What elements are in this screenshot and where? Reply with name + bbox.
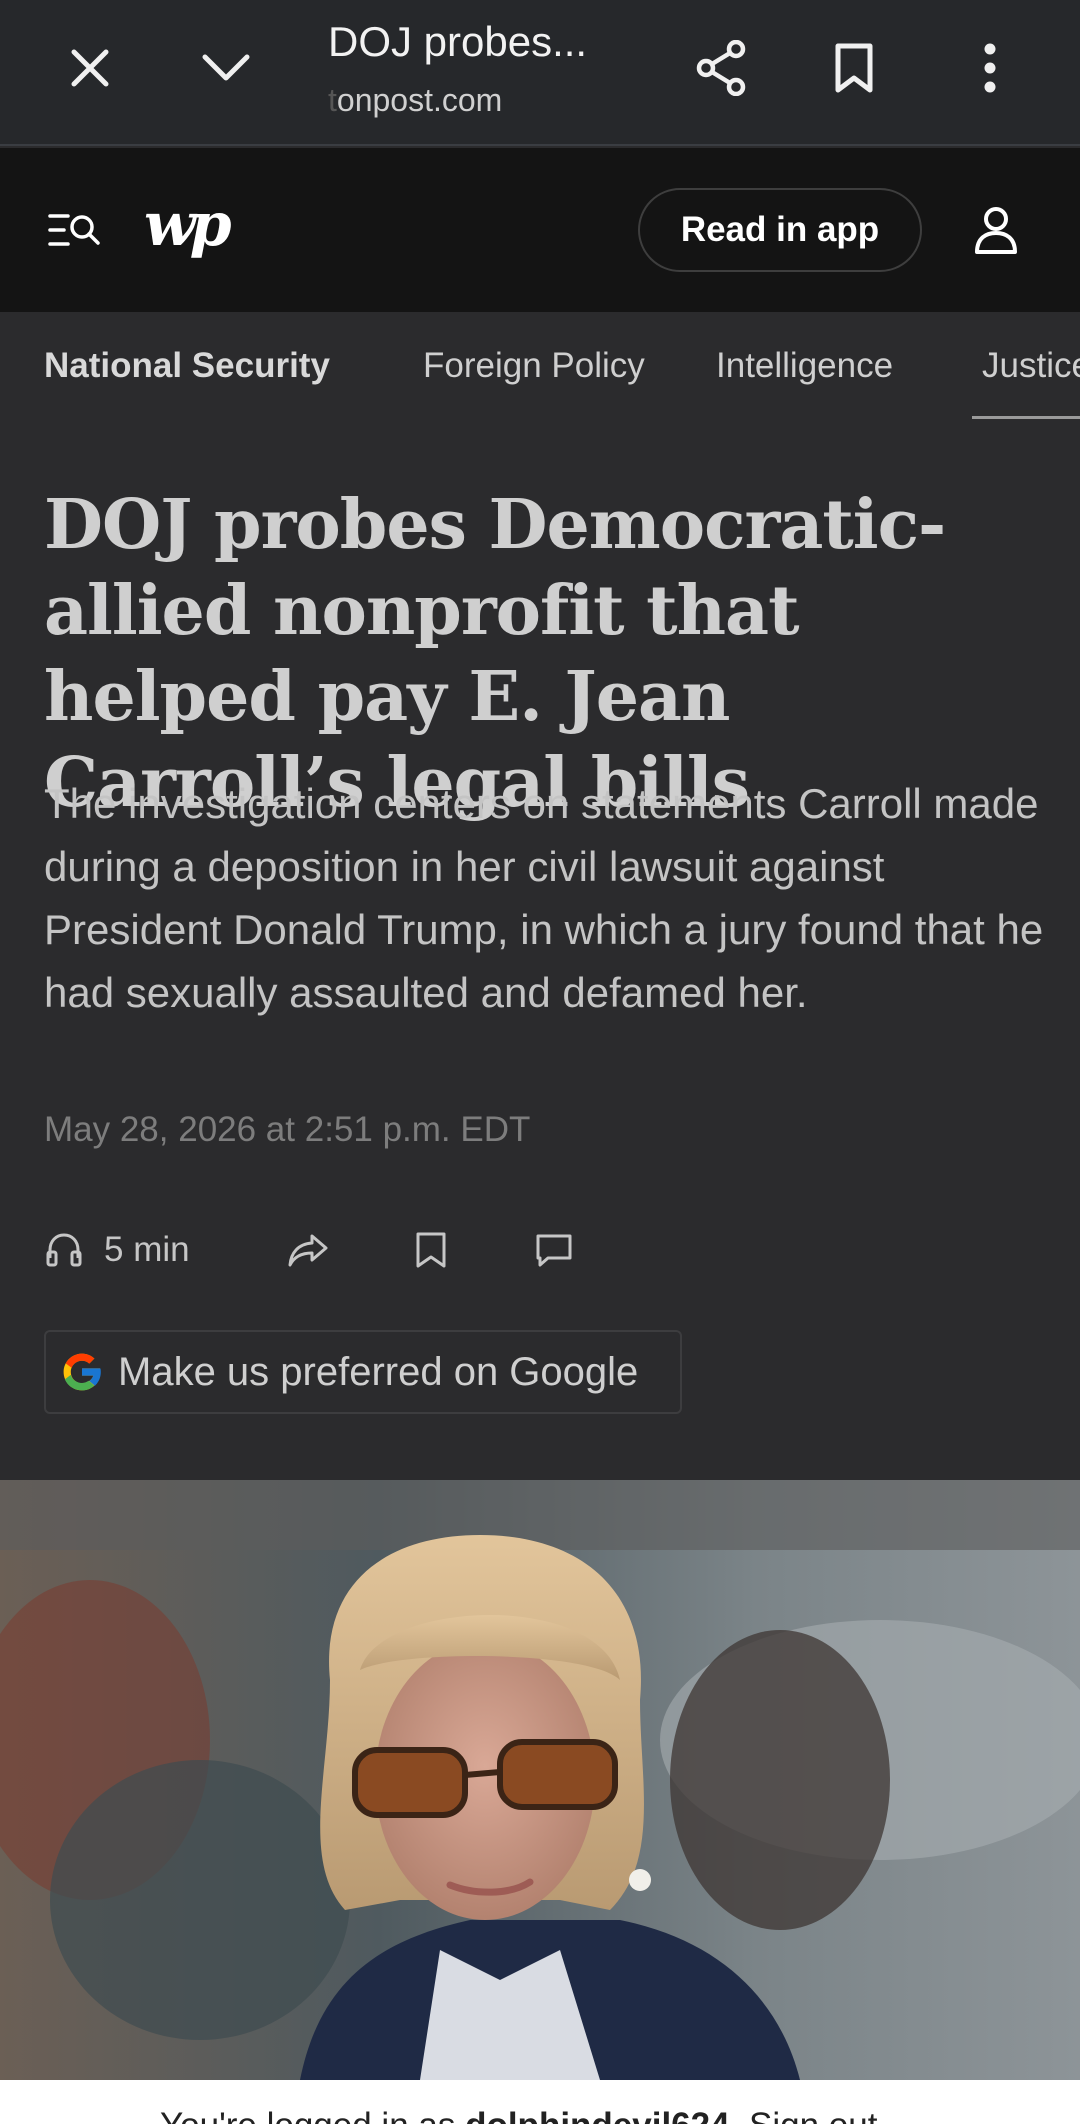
tab-justice[interactable]: Justice — [982, 346, 1080, 386]
article-dek: The investigation centers on statements … — [44, 780, 1044, 1016]
tab-title: DOJ probes... — [328, 18, 588, 65]
save-article-icon[interactable] — [414, 1220, 448, 1280]
listen-duration: 5 min — [104, 1230, 190, 1269]
logged-in-prefix: You're logged in as — [160, 2106, 465, 2124]
google-preferred-button[interactable]: Make us preferred on Google — [44, 1330, 682, 1414]
section-nav: National Security Foreign Policy Intelli… — [0, 312, 1080, 420]
bookmark-icon[interactable] — [814, 28, 894, 108]
tab-intelligence[interactable]: Intelligence — [716, 346, 893, 386]
wp-logo[interactable]: wp — [144, 190, 232, 260]
google-preferred-label: Make us preferred on Google — [118, 1349, 639, 1394]
chevron-down-icon[interactable] — [186, 28, 266, 108]
headphones-icon — [46, 1233, 82, 1267]
article-date: May 28, 2026 at 2:51 p.m. EDT — [44, 1110, 531, 1149]
site-header: wp Read in app — [0, 148, 1080, 312]
comments-icon[interactable] — [534, 1220, 574, 1280]
browser-toolbar: DOJ probes... tonpost.com — [0, 0, 1080, 146]
logged-in-username: dolphindevil624 — [465, 2106, 730, 2124]
google-icon — [63, 1353, 102, 1391]
tab-url-domain: onpost.com — [336, 82, 503, 118]
read-in-app-button[interactable]: Read in app — [638, 188, 922, 272]
close-icon[interactable] — [50, 28, 130, 108]
logged-in-text: You're logged in as dolphindevil624. Sig… — [160, 2106, 877, 2124]
menu-search-icon[interactable] — [44, 200, 104, 260]
tab-foreign-policy[interactable]: Foreign Policy — [423, 346, 645, 386]
more-vert-icon[interactable] — [950, 28, 1030, 108]
article-actions: 5 min — [44, 1220, 644, 1280]
tab-underline — [972, 416, 1080, 419]
tab-url: tonpost.com — [328, 82, 502, 119]
logged-in-suffix: . — [730, 2106, 749, 2124]
sign-out-link[interactable]: Sign out — [749, 2106, 877, 2124]
tab-url-faded: t — [328, 82, 337, 118]
logged-in-bar: You're logged in as dolphindevil624. Sig… — [0, 2080, 1080, 2124]
share-icon[interactable] — [682, 28, 762, 108]
share-article-icon[interactable] — [286, 1220, 330, 1280]
tab-national-security[interactable]: National Security — [44, 346, 330, 386]
article-photo — [0, 1480, 1080, 2080]
account-icon[interactable] — [964, 198, 1028, 262]
listen-button[interactable]: 5 min — [44, 1220, 190, 1280]
